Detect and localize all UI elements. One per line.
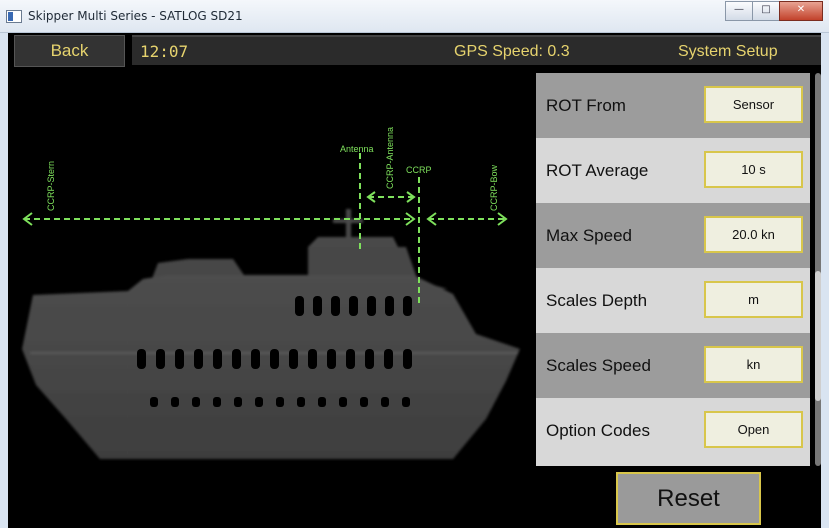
minimize-icon[interactable]: —	[725, 1, 753, 21]
setting-row-scales-speed: Scales Speed kn	[536, 333, 810, 398]
setting-label: ROT Average	[546, 161, 649, 180]
top-bar: Back 12:07 GPS Speed: 0.3 System Setup	[8, 33, 821, 69]
ccrp-antenna-label: CCRP-Antenna	[385, 127, 395, 189]
settings-scrollbar[interactable]	[815, 73, 821, 466]
setting-row-scales-depth: Scales Depth m	[536, 268, 810, 333]
setting-value-field[interactable]: Open	[704, 411, 803, 448]
ccrp-arrowheads	[22, 191, 508, 226]
setting-label: Max Speed	[546, 226, 632, 245]
window-titlebar: Skipper Multi Series - SATLOG SD21 — □ ✕	[0, 0, 829, 33]
antenna-label: Antenna	[340, 144, 374, 154]
setting-row-rot-from: ROT From Sensor	[536, 73, 810, 138]
scrollbar-thumb[interactable]	[815, 271, 821, 401]
setting-value-field[interactable]: 10 s	[704, 151, 803, 188]
setting-label: Option Codes	[546, 421, 650, 440]
ship-windows-middle	[137, 349, 412, 369]
setting-row-option-codes: Option Codes Open	[536, 398, 810, 466]
maximize-icon[interactable]: □	[752, 1, 780, 21]
ccrp-bow-label: CCRP-Bow	[489, 164, 499, 211]
ship-silhouette	[22, 209, 520, 459]
setting-value-field[interactable]: m	[704, 281, 803, 318]
ccrp-stern-label: CCRP-Stern	[46, 161, 56, 211]
setting-row-rot-average: ROT Average 10 s	[536, 138, 810, 203]
setting-value-field[interactable]: 20.0 kn	[704, 216, 803, 253]
app-client-area: Back 12:07 GPS Speed: 0.3 System Setup C…	[8, 33, 821, 528]
setting-label: Scales Depth	[546, 291, 648, 310]
clock-display: 12:07	[132, 35, 436, 65]
setting-label: ROT From	[546, 96, 626, 115]
ccrp-label: CCRP	[406, 165, 432, 175]
ship-ccrp-diagram: CCRP-Stern Antenna CCRP-Antenna CCRP CCR…	[22, 127, 520, 459]
setting-value-field[interactable]: Sensor	[704, 86, 803, 123]
settings-panel: ROT From Sensor ROT Average 10 s Max Spe…	[536, 73, 810, 466]
window-title: Skipper Multi Series - SATLOG SD21	[28, 9, 243, 23]
window-controls: — □ ✕	[725, 1, 823, 21]
section-title: System Setup	[618, 35, 821, 65]
setting-label: Scales Speed	[546, 356, 651, 375]
reset-button[interactable]: Reset	[616, 472, 761, 525]
close-icon[interactable]: ✕	[779, 1, 823, 21]
gps-speed-display: GPS Speed: 0.3	[436, 35, 618, 65]
app-icon	[6, 10, 22, 23]
back-button[interactable]: Back	[14, 35, 125, 67]
setting-row-max-speed: Max Speed 20.0 kn	[536, 203, 810, 268]
setting-value-field[interactable]: kn	[704, 346, 803, 383]
